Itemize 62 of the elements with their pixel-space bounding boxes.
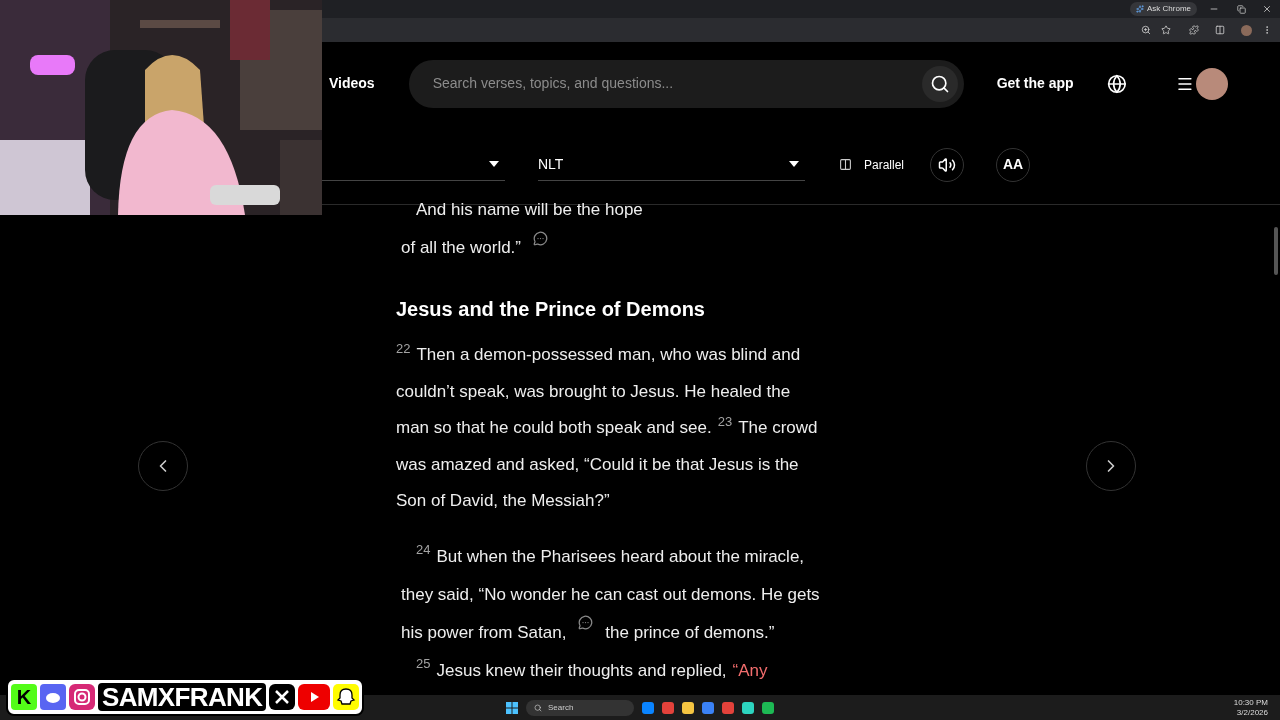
app-icon[interactable] [762, 701, 774, 714]
verse-text: couldn’t speak, was brought to Jesus. He healed the [396, 380, 791, 403]
verse-text: And his name will be the hope [416, 199, 643, 221]
start-icon[interactable] [506, 701, 518, 714]
version-label: NLT [538, 154, 564, 174]
section-heading: Jesus and the Prince of Demons [396, 297, 706, 322]
bookmark-icon[interactable] [1161, 25, 1171, 35]
verse-number: 23 [717, 414, 733, 430]
parallel-button[interactable]: Parallel [839, 155, 905, 174]
verse-text: Son of David, the Messiah?” [396, 490, 610, 513]
videos-link[interactable]: Videos [329, 73, 375, 94]
verse-text: his power from Satan, [401, 621, 567, 644]
verse-text: Then a demon-possessed man, who was blind and [416, 344, 801, 367]
verse-text: man so that he could both speak and see. [396, 417, 712, 440]
columns-icon [839, 158, 852, 171]
zoom-icon[interactable] [1141, 25, 1151, 35]
verse-number: 24 [416, 541, 431, 558]
clock-time: 10:30 PM [1233, 697, 1268, 708]
search-icon [534, 703, 542, 712]
caret-icon [789, 161, 799, 167]
verse-text: they said, “No wonder he can cast out demons. He gets [401, 583, 820, 606]
verse-text: Jesus knew their thoughts and replied, [436, 659, 727, 682]
language-icon[interactable] [1106, 73, 1127, 94]
youtube-icon [298, 684, 331, 710]
verse-text: But when the Pharisees heard about the miracle, [436, 545, 805, 568]
search-bar[interactable]: Search verses, topics, and questions... [408, 59, 964, 108]
verse-text: the prince of demons.” [605, 621, 775, 644]
taskbar-search[interactable]: Search [526, 699, 634, 716]
close-icon[interactable] [1262, 4, 1272, 14]
speaker-icon [938, 155, 957, 174]
app-icon[interactable] [642, 701, 654, 714]
verse-text: of all the world.” [401, 237, 521, 259]
channel-handle: SAMXFRANK [98, 683, 267, 711]
verse-text: The crowd [738, 417, 818, 440]
app-icon[interactable] [742, 701, 754, 714]
verse-text: was amazed and asked, “Could it be that Jesus is the [396, 453, 799, 476]
clock-date: 3/2/2026 [1236, 707, 1268, 718]
search-button[interactable] [921, 65, 958, 102]
instagram-icon [69, 684, 95, 710]
search-field[interactable]: Search verses, topics, and questions... [432, 73, 922, 94]
user-avatar[interactable] [1196, 67, 1228, 100]
caret-icon [489, 161, 499, 167]
get-app-link[interactable]: Get the app [996, 73, 1074, 94]
version-dropdown[interactable]: NLT [538, 148, 805, 181]
ask-chrome-button[interactable]: Ask Chrome [1130, 2, 1197, 16]
sparkle-icon [1136, 5, 1144, 13]
discord-icon [40, 684, 66, 710]
kick-icon: K [11, 684, 37, 710]
app-icon[interactable] [702, 701, 714, 714]
x-icon [269, 684, 296, 710]
app-icon[interactable] [682, 701, 694, 714]
note-icon[interactable] [578, 615, 594, 630]
profile-avatar[interactable] [1241, 24, 1252, 36]
words-of-jesus: “Any [732, 659, 768, 682]
verse-number: 22 [396, 341, 411, 357]
note-icon[interactable] [533, 230, 548, 246]
side-panel-icon[interactable] [1215, 25, 1225, 35]
verse-number: 25 [416, 655, 431, 672]
search-icon [929, 73, 950, 94]
snapchat-icon [333, 684, 360, 710]
restore-icon[interactable] [1237, 4, 1246, 14]
extensions-icon[interactable] [1189, 25, 1199, 35]
